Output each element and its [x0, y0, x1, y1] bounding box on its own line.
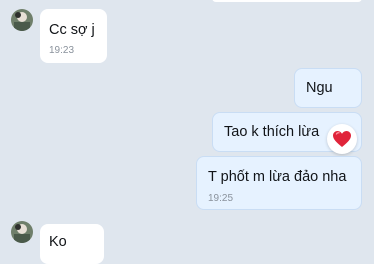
- heart-icon: [333, 131, 351, 147]
- message-bubble[interactable]: Ngu: [294, 68, 362, 108]
- previous-message-bubble[interactable]: [212, 0, 362, 2]
- chat-area: Cc sợ j 19:23 Ngu Tao k thích lừa T phốt…: [0, 0, 374, 264]
- message-bubble[interactable]: T phốt m lừa đảo nha 19:25: [196, 156, 362, 210]
- message-bubble[interactable]: Ko: [40, 224, 104, 264]
- message-text: T phốt m lừa đảo nha: [208, 169, 347, 185]
- message-timestamp: 19:25: [208, 193, 234, 204]
- sender-avatar[interactable]: [11, 221, 33, 243]
- message-text: Tao k thích lừa: [224, 124, 320, 140]
- message-text: Ngu: [306, 80, 333, 96]
- sender-avatar[interactable]: [11, 9, 33, 31]
- message-text: Ko: [49, 234, 67, 250]
- message-text: Cc sợ j: [49, 22, 95, 38]
- message-timestamp: 19:23: [49, 45, 75, 56]
- reaction-badge[interactable]: [327, 124, 357, 154]
- message-bubble[interactable]: Cc sợ j 19:23: [40, 9, 107, 63]
